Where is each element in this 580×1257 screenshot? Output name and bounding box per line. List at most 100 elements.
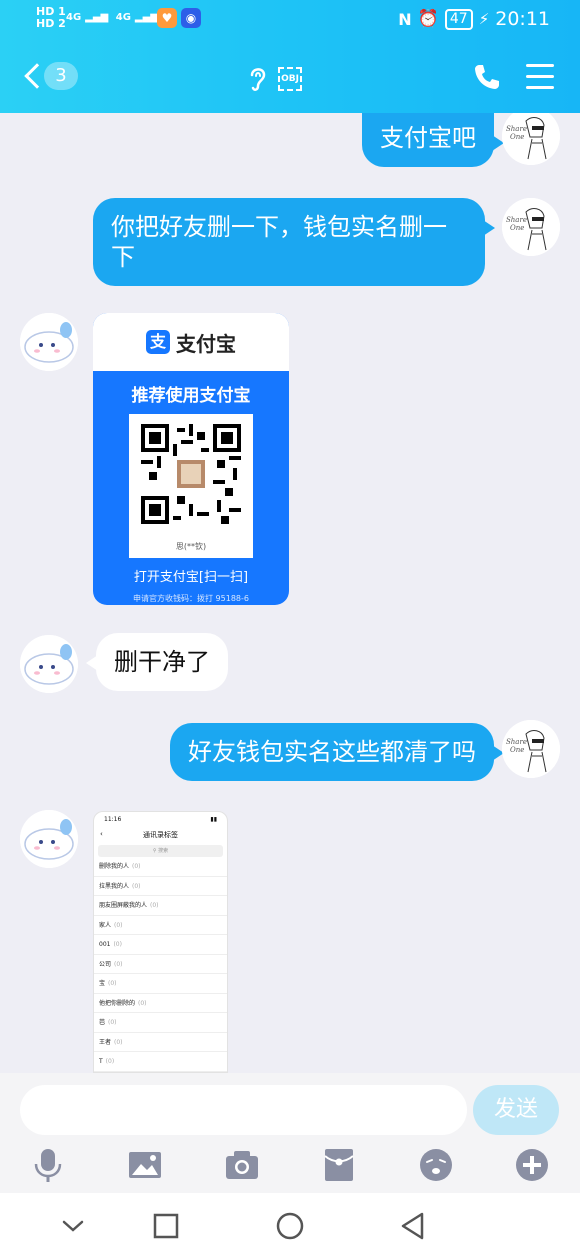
thumb-row-count: (0) (114, 960, 123, 968)
incoming-message[interactable]: 删干净了 (86, 633, 228, 691)
thumb-row-label: 拉黑我的人 (99, 882, 130, 890)
svg-text:One: One (510, 746, 524, 754)
sketch-avatar-icon: Share One (502, 113, 560, 165)
my-avatar[interactable]: Share One (502, 113, 560, 165)
thumb-title-bar: ‹ 通讯录标签 (94, 827, 227, 845)
thumb-row-count: (0) (114, 921, 123, 929)
alipay-open-text: 打开支付宝[扫一扫] (133, 570, 249, 585)
outgoing-message[interactable]: 好友钱包实名这些都清了吗 (170, 723, 504, 781)
nav-back-icon[interactable] (396, 1209, 430, 1243)
svg-text:Share: Share (506, 216, 527, 224)
thumb-list-item: 拉黑我的人 (0) (94, 877, 227, 896)
battery-level: 47 (444, 8, 473, 30)
nfc-icon: N (398, 9, 412, 29)
thumb-list-item: 他把你删除的 (0) (94, 994, 227, 1013)
thumb-row-label: 家人 (99, 921, 112, 929)
clock: 20:11 (495, 8, 550, 30)
svg-text:One: One (510, 224, 524, 232)
alipay-recommend: 推荐使用支付宝 (131, 386, 251, 406)
sim-indicator: HD 1 HD 2 4G▂▄▆ 4G▂▄▆ ◠ (36, 6, 176, 30)
thumb-list-item: 删除我的人 (0) (94, 857, 227, 877)
thumb-row-label: 宝 (99, 980, 106, 987)
chat-area[interactable]: 支付宝吧 Share One 你把好友删一下，钱包实名删一下 Share One (0, 113, 580, 1073)
qr-code-box: 思(**钦) (129, 414, 253, 558)
net1-label: 4G (66, 12, 82, 23)
friend-avatar[interactable] (20, 313, 78, 371)
thumb-row-label: 公司 (99, 960, 112, 968)
alipay-apply-text: 申请官方收钱码：拨打 95188-6 (133, 594, 249, 603)
thumb-row-count: (0) (113, 941, 122, 948)
notification-icons: ♥ ◉ (157, 8, 201, 28)
thumb-row-label: 他把你删除的 (99, 999, 136, 1007)
message-input[interactable] (20, 1085, 467, 1135)
thumb-row-count: (0) (138, 999, 147, 1007)
my-avatar[interactable]: Share One (502, 720, 560, 778)
alarm-icon: ⏰ (417, 9, 439, 29)
alipay-logo-icon: 支 (146, 330, 170, 354)
friend-avatar[interactable] (20, 810, 78, 868)
system-nav-bar (0, 1193, 580, 1257)
thumb-title: 通讯录标签 (143, 831, 178, 839)
thumb-list-item: 001 (0) (94, 935, 227, 955)
thumb-row-label: 删除我的人 (99, 863, 130, 870)
nav-home-icon[interactable] (273, 1209, 307, 1243)
sketch-avatar-icon: Share One (502, 720, 560, 778)
thumb-status: 11:16 ▮▮ (94, 812, 227, 827)
sketch-avatar-icon: Share One (502, 198, 560, 256)
menu-icon[interactable] (526, 64, 554, 90)
outgoing-message[interactable]: 支付宝吧 (362, 113, 504, 167)
charging-icon: ⚡ (478, 10, 490, 28)
signal-icon: ▂▄▆ (85, 12, 109, 23)
outgoing-message[interactable]: 你把好友删一下，钱包实名删一下 (93, 198, 495, 286)
svg-text:Share: Share (506, 125, 527, 133)
net2-label: 4G (115, 12, 131, 23)
thumb-row-count: (0) (105, 1058, 115, 1065)
thumb-row-label: 王者 (99, 1038, 112, 1046)
cinnamoroll-avatar-icon (20, 810, 78, 868)
thumb-row-count: (0) (114, 1038, 123, 1046)
image-icon[interactable] (127, 1147, 163, 1183)
emoji-icon[interactable] (418, 1147, 454, 1183)
nav-collapse-icon[interactable] (56, 1209, 90, 1243)
thumb-row-label: 001 (99, 941, 111, 948)
nav-recents-icon[interactable] (149, 1209, 183, 1243)
microphone-icon[interactable] (30, 1147, 66, 1183)
my-avatar[interactable]: Share One (502, 198, 560, 256)
qr-owner-name: 思(**钦) (175, 542, 207, 551)
unread-count-badge: 3 (44, 62, 78, 90)
thumb-list-item: 宝 (0) (94, 974, 227, 994)
thumb-row-label: 朋友圈屏蔽我的人 (99, 902, 148, 909)
thumb-search-label: 搜索 (158, 848, 169, 854)
qr-code-icon (141, 424, 241, 524)
thumb-battery-icon: ▮▮ (210, 816, 217, 823)
status-right: N ⏰ 47 ⚡ 20:11 (398, 8, 550, 30)
camera-icon[interactable] (224, 1147, 260, 1183)
send-button[interactable]: 发送 (473, 1085, 559, 1135)
thumb-row-count: (0) (150, 902, 159, 909)
screenshot-image-message[interactable]: 11:16 ▮▮ ‹ 通讯录标签 ⚲ 搜索 删除我的人 (0) 拉黑我的人 (0) 朋友… (93, 811, 228, 1073)
obj-icon[interactable]: OBJ (278, 67, 302, 91)
ear-icon[interactable] (246, 64, 270, 94)
svg-text:One: One (510, 133, 524, 141)
alipay-brand: 支付宝 (176, 331, 236, 356)
back-button[interactable]: 3 (22, 58, 82, 94)
thumb-row-count: (0) (132, 882, 141, 890)
thumb-row-label: T (99, 1058, 103, 1065)
cinnamoroll-avatar-icon (20, 635, 78, 693)
cinnamoroll-avatar-icon (20, 313, 78, 371)
thumb-row-count: (0) (108, 980, 117, 987)
alipay-qr-card[interactable]: 支 支付宝 推荐使用支付宝 思(**钦) 打开支付宝[扫一扫] 申请官方收钱码：… (93, 313, 289, 605)
thumb-list-item: T (0) (94, 1052, 227, 1072)
phone-icon[interactable] (472, 62, 502, 92)
signal-icon: ▂▄▆ (134, 12, 158, 23)
plus-icon[interactable] (514, 1147, 550, 1183)
thumb-list-item: 朋友圈屏蔽我的人 (0) (94, 896, 227, 916)
svg-text:Share: Share (506, 738, 527, 746)
red-packet-icon[interactable] (321, 1147, 357, 1183)
bulb-app-icon: ◉ (181, 8, 201, 28)
thumb-list-item: 王者 (0) (94, 1033, 227, 1052)
friend-avatar[interactable] (20, 635, 78, 693)
thumb-row-label: 芭 (99, 1019, 106, 1026)
thumb-row-count: (0) (132, 863, 141, 870)
thumb-search: ⚲ 搜索 (98, 845, 223, 857)
